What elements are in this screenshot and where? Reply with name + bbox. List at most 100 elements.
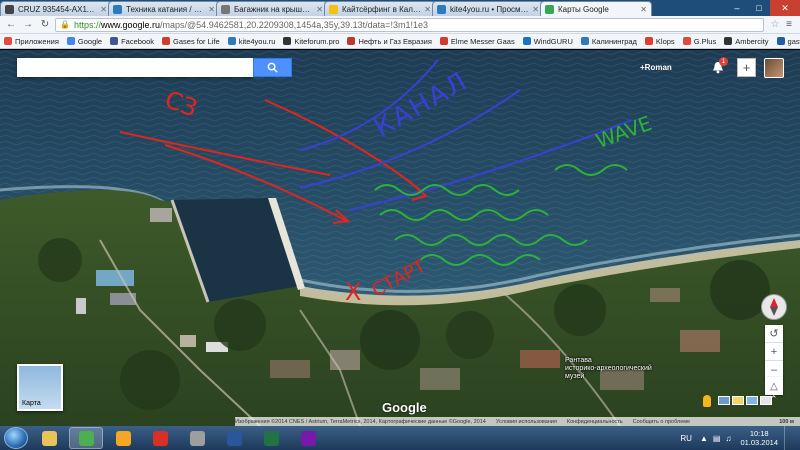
privacy-link[interactable]: Конфиденциальность <box>567 419 623 425</box>
tab-favicon-icon <box>437 4 446 14</box>
back-button[interactable]: ← <box>4 18 18 32</box>
network-icon[interactable]: ▤ <box>713 434 721 443</box>
taskbar-app-chrome[interactable] <box>69 427 103 449</box>
report-problem-link[interactable]: Сообщить о проблеме <box>633 419 690 425</box>
tilt-button[interactable]: △ <box>765 377 783 395</box>
outlook-icon <box>115 430 131 446</box>
bookmark-item[interactable]: Klops <box>644 37 675 46</box>
tab-title: Карты Google <box>558 4 609 14</box>
zoom-in-button[interactable]: + <box>765 343 783 361</box>
zoom-control: ↺ + – <box>765 325 783 379</box>
lock-icon: 🔒 <box>60 20 70 29</box>
close-window-button[interactable]: ✕ <box>770 0 800 16</box>
browser-tab[interactable]: Техника катания / Kitefor✕ <box>108 1 220 16</box>
bookmark-item[interactable]: gasworld <box>776 36 800 46</box>
start-button[interactable] <box>4 427 28 449</box>
taskbar-app-word[interactable] <box>217 427 251 449</box>
map-search-input[interactable] <box>17 58 253 77</box>
compass-control[interactable] <box>761 294 787 320</box>
bookmark-item[interactable]: Калининград <box>580 37 637 46</box>
taskbar-app-explorer[interactable] <box>32 427 66 449</box>
bookmark-item[interactable]: Gases for Life <box>162 37 220 46</box>
explorer-icon <box>41 430 57 446</box>
clock-date: 01.03.2014 <box>740 438 778 447</box>
tab-favicon-icon <box>5 4 14 14</box>
map-type-thumbnail[interactable]: Карта <box>17 364 63 411</box>
system-tray: RU ▲ ▤ ♫ 10:18 01.03.2014 <box>680 426 800 450</box>
bookmark-favicon-icon <box>724 37 733 45</box>
taskbar-app-outlook[interactable] <box>106 427 140 449</box>
bookmark-label: WindGURU <box>533 36 573 46</box>
clock[interactable]: 10:18 01.03.2014 <box>740 429 778 447</box>
tab-close-icon[interactable]: ✕ <box>208 5 215 14</box>
bookmark-item[interactable]: Kiteforum.pro <box>283 37 339 46</box>
search-icon <box>267 62 278 73</box>
pegman-icon[interactable] <box>703 395 711 407</box>
windows-taskbar: RU ▲ ▤ ♫ 10:18 01.03.2014 <box>0 426 800 450</box>
poi-label[interactable]: Рантава историко-археологический музей <box>565 357 675 381</box>
bookmark-label: gasworld <box>787 36 800 46</box>
bookmark-favicon-icon <box>776 37 785 45</box>
language-indicator[interactable]: RU <box>680 434 692 443</box>
tab-close-icon[interactable]: ✕ <box>316 5 323 14</box>
browser-tab[interactable]: Кайтсёрфинг в Калинин✕ <box>324 1 436 16</box>
rotate-icon[interactable]: ↺ <box>765 325 783 343</box>
bookmark-item[interactable]: G.Plus <box>682 37 716 46</box>
bookmark-item[interactable]: Google <box>66 37 102 46</box>
maximize-button[interactable]: □ <box>748 0 770 16</box>
map-type-label: Карта <box>22 400 41 407</box>
start-mark-label: Х <box>345 278 362 306</box>
browser-menu-icon[interactable]: ≡ <box>782 19 796 30</box>
bookmark-favicon-icon <box>4 37 12 45</box>
minimize-button[interactable]: – <box>726 0 748 16</box>
volume-icon[interactable]: ♫ <box>725 434 731 443</box>
browser-tab[interactable]: kite4you.ru • Просмотр т✕ <box>432 1 544 16</box>
onenote-icon <box>300 430 316 446</box>
plus-icon: + <box>742 60 751 75</box>
bookmark-favicon-icon <box>66 37 75 45</box>
bookmark-star-icon[interactable]: ☆ <box>768 19 782 30</box>
word-icon <box>226 430 242 446</box>
bookmark-favicon-icon <box>110 37 119 45</box>
tab-close-icon[interactable]: ✕ <box>424 5 431 14</box>
reload-button[interactable]: ↻ <box>38 18 52 32</box>
bookmark-item[interactable]: Ambercity <box>724 37 769 46</box>
compass-needle-icon <box>770 298 778 316</box>
bookmark-item[interactable]: Elme Messer Gaas <box>439 37 515 46</box>
taskbar-app-onenote[interactable] <box>291 427 325 449</box>
share-button[interactable]: + <box>737 58 756 77</box>
tab-favicon-icon <box>113 4 122 14</box>
map-view[interactable]: СЗ КАНАЛ WAVE Х СТАРТ +Roman 1 + Карта Р… <box>0 50 800 426</box>
map-search-button[interactable] <box>253 58 292 77</box>
forward-button[interactable]: → <box>21 18 35 32</box>
tab-title: kite4you.ru • Просмотр т <box>450 4 530 14</box>
address-bar[interactable]: 🔒 https://www.google.ru/maps/@54.9462581… <box>55 17 764 32</box>
user-profile-link[interactable]: +Roman <box>640 58 672 77</box>
taskbar-app-gmail[interactable] <box>143 427 177 449</box>
terms-link[interactable]: Условия использования <box>496 419 557 425</box>
tab-close-icon[interactable]: ✕ <box>100 5 107 14</box>
imagery-tiles[interactable] <box>718 396 774 405</box>
bookmark-item[interactable]: Нефть и Газ Евразия <box>347 37 432 46</box>
tab-title: Техника катания / Kitefor <box>126 4 205 14</box>
taskbar-app-apps[interactable] <box>180 427 214 449</box>
show-desktop-button[interactable] <box>784 426 794 450</box>
notifications-button[interactable]: 1 <box>710 57 728 77</box>
bookmark-item[interactable]: Facebook <box>110 37 154 46</box>
taskbar-app-excel[interactable] <box>254 427 288 449</box>
chevron-up-icon[interactable]: ⌃ <box>770 394 778 405</box>
bookmark-item[interactable]: kite4you.ru <box>227 37 275 46</box>
avatar[interactable] <box>764 58 784 78</box>
tab-close-icon[interactable]: ✕ <box>640 5 647 14</box>
browser-tab[interactable]: Багажник на крышу "Lux✕ <box>216 1 328 16</box>
tray-arrow-icon[interactable]: ▲ <box>700 434 708 443</box>
bookmark-favicon-icon <box>162 37 171 45</box>
tab-close-icon[interactable]: ✕ <box>532 5 539 14</box>
bookmark-item[interactable]: Приложения <box>4 37 59 46</box>
bookmark-item[interactable]: WindGURU <box>522 36 573 46</box>
browser-tab[interactable]: CRUZ 935454-AX118 WW/✕ <box>0 1 112 16</box>
bookmark-favicon-icon <box>227 37 236 45</box>
scale-bar[interactable]: 100 м <box>779 419 794 425</box>
browser-tab[interactable]: Карты Google ✕ <box>540 1 652 16</box>
tab-favicon-icon <box>545 4 554 14</box>
